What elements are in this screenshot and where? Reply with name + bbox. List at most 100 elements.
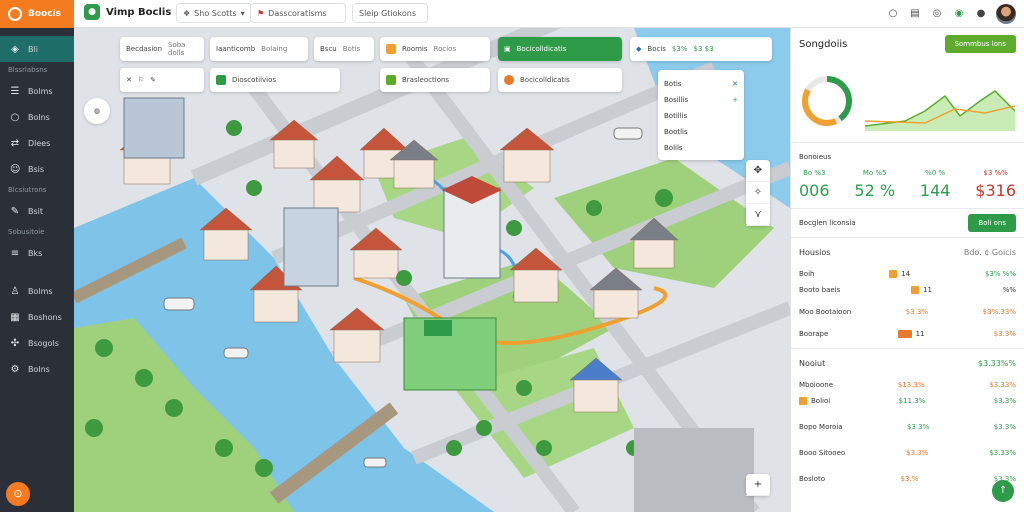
- card-label: Bocis: [647, 45, 666, 53]
- table-row[interactable]: Mboioone $13.3% $3.33%: [799, 377, 1016, 393]
- sidebar-item-7[interactable]: ♙ Bolms: [0, 278, 74, 304]
- search-row-button[interactable]: Boli ons: [968, 214, 1016, 232]
- row-label: Bolioi: [811, 397, 831, 405]
- card-value: $3 $3: [693, 45, 714, 53]
- table-row[interactable]: Bopo Moroia $3.3% $3.3%: [799, 419, 1016, 435]
- leaf-icon: [386, 75, 396, 85]
- stat-3: $3 %% $316: [975, 169, 1016, 200]
- row-mid: $11.3%: [898, 397, 926, 405]
- search-icon[interactable]: ○: [886, 7, 900, 21]
- map-card-5[interactable]: ◆ Bocis $3% $3 $3: [630, 37, 772, 61]
- sidebar-item-2[interactable]: ○ Bolns: [0, 104, 74, 130]
- legend-label: Botillis: [664, 112, 688, 120]
- flag-icon[interactable]: ⚐: [138, 76, 144, 84]
- add-button[interactable]: ⊙: [6, 482, 30, 506]
- table-row[interactable]: Booto baeis 11%%: [799, 282, 1016, 298]
- leaf-icon: [216, 75, 226, 85]
- stat-1: Mo %5 52 %: [854, 169, 895, 200]
- sidebar-item-9[interactable]: ✣ Bsogols: [0, 330, 74, 356]
- stat-label: Mo %5: [862, 169, 887, 177]
- sidebar-item-6[interactable]: ≡ Bks: [0, 240, 74, 266]
- row-mid: $3.3%: [906, 449, 929, 457]
- panel-action-button[interactable]: Sommbus lons: [944, 35, 1016, 53]
- card-label: Bocicolldicatis: [516, 45, 567, 53]
- brand[interactable]: Boocis: [0, 0, 74, 28]
- navigate-icon[interactable]: ✧: [746, 182, 770, 204]
- edit-icon[interactable]: ✎: [150, 76, 156, 84]
- row-right: $3.3%: [993, 397, 1016, 405]
- card-sub: Bolaing: [261, 45, 288, 53]
- legend-label: Bosillis: [664, 96, 689, 104]
- filter-icon[interactable]: ⋎: [746, 204, 770, 226]
- sidebar-item-label: Bolms: [28, 286, 53, 296]
- legend-title-row: Botis ✕: [664, 76, 738, 92]
- sidebar-item-3[interactable]: ⇄ Dlees: [0, 130, 74, 156]
- table-row[interactable]: Boih 14 $3% %%: [799, 266, 1016, 282]
- row-right: $3.33%: [989, 381, 1016, 389]
- map-card-1[interactable]: Iaanticomb Bolaing: [210, 37, 308, 61]
- sidebar-item-0[interactable]: ◈ Bli: [0, 36, 74, 62]
- row-right: $3% %%: [984, 270, 1016, 278]
- layers-icon: ☰: [10, 85, 20, 97]
- plus-icon[interactable]: +: [732, 96, 738, 104]
- sidebar-sub: Blssrlabsns: [8, 66, 48, 74]
- row-right: $3.3%: [993, 423, 1016, 431]
- sidebar-item-1[interactable]: ☰ Bolms: [0, 78, 74, 104]
- sidebar-sub: Sobusitoie: [8, 228, 45, 236]
- map-card-7[interactable]: Brasleoctions: [380, 68, 490, 92]
- help-icon[interactable]: ◎: [930, 7, 944, 21]
- card-label: Iaanticomb: [216, 45, 256, 53]
- tab-sho-scotts[interactable]: ❖ Sho Scotts ▾: [176, 3, 252, 23]
- row-mid: $3.3%: [905, 308, 929, 316]
- sidebar-item-label: Bsis: [28, 164, 45, 174]
- row-label: Mboioone: [799, 381, 834, 389]
- section-title: Housios: [799, 247, 831, 257]
- document-icon[interactable]: ▤: [908, 7, 922, 21]
- map-card-6[interactable]: Dioscotiivios: [210, 68, 340, 92]
- tab-dasscoratisms[interactable]: ⚑ Dasscoratisms: [250, 3, 346, 23]
- table-row[interactable]: Moo Bootaioon $3.3% $3%.33%: [799, 304, 1016, 320]
- flag-icon: ⚑: [257, 8, 265, 18]
- section-1-rows: Boih 14 $3% %% Booto baeis 11%% Moo Bootaio…: [791, 266, 1024, 342]
- top-bar: Boocis ● Vimp Boclis ❖ Sho Scotts ▾ ⚑ Da…: [0, 0, 1024, 28]
- sidebar-item-5[interactable]: ✎ Bsit: [0, 198, 74, 224]
- table-row[interactable]: Boorape 11 $3.3%: [799, 326, 1016, 342]
- map-tools[interactable]: ✕ ⚐ ✎: [120, 68, 204, 92]
- sidebar-item-10[interactable]: ⚙ Bolns: [0, 356, 74, 382]
- table-row[interactable]: Bolioi $11.3% $3.3%: [799, 393, 1016, 409]
- section-meta: $3.33%%: [977, 358, 1016, 368]
- sidebar-sub: Blcsiutrons: [8, 186, 47, 194]
- tab-sleip[interactable]: Sleip Gtiokons: [352, 3, 428, 23]
- move-icon[interactable]: ✥: [746, 160, 770, 182]
- close-icon[interactable]: ✕: [732, 80, 738, 88]
- sidebar-item-8[interactable]: ▦ Boshons: [0, 304, 74, 330]
- map-card-3[interactable]: Roomis Rocios: [380, 37, 490, 61]
- sidebar-item-4[interactable]: ☺ Bsis: [0, 156, 74, 182]
- card-sub: Soba dolls: [168, 41, 186, 57]
- alert-icon[interactable]: ●: [974, 7, 988, 21]
- section-title: Nooiut: [799, 358, 826, 368]
- compass-button[interactable]: ◍: [84, 98, 110, 124]
- plus-icon[interactable]: +: [746, 474, 770, 496]
- section-1: Housios Bdo. ¢ Goicis: [791, 237, 1024, 266]
- row-label: Bopo Moroia: [799, 423, 843, 431]
- pen-icon: ✎: [10, 205, 20, 217]
- row-mid: 14: [901, 270, 911, 278]
- table-row[interactable]: Booo Sitooeo $3.3% $3.33%: [799, 445, 1016, 461]
- card-sub: Rocios: [433, 45, 457, 53]
- scroll-up-button[interactable]: ↑: [992, 480, 1014, 502]
- row-label: Booto baeis: [799, 286, 841, 294]
- table-row[interactable]: Bosloto $3.% $3.3%: [799, 471, 1016, 487]
- notification-icon[interactable]: ◉: [952, 7, 966, 21]
- map-card-8[interactable]: Bocicolldicatis: [498, 68, 622, 92]
- map-card-4[interactable]: ▣ Bocicolldicatis: [498, 37, 622, 61]
- map-card-2[interactable]: Bscu Botis: [314, 37, 374, 61]
- close-icon[interactable]: ✕: [126, 76, 132, 84]
- top-icons: ○ ▤ ◎ ◉ ●: [886, 4, 1016, 24]
- legend-row: Bootlis: [664, 124, 738, 140]
- map-card-0[interactable]: Becdasion Soba dolls: [120, 37, 204, 61]
- stat-value: 52 %: [854, 181, 896, 200]
- map-view[interactable]: Becdasion Soba dolls Iaanticomb Bolaing …: [74, 28, 790, 512]
- avatar[interactable]: [996, 4, 1016, 24]
- search-row: Bocglen liconsia Boli ons: [791, 208, 1024, 237]
